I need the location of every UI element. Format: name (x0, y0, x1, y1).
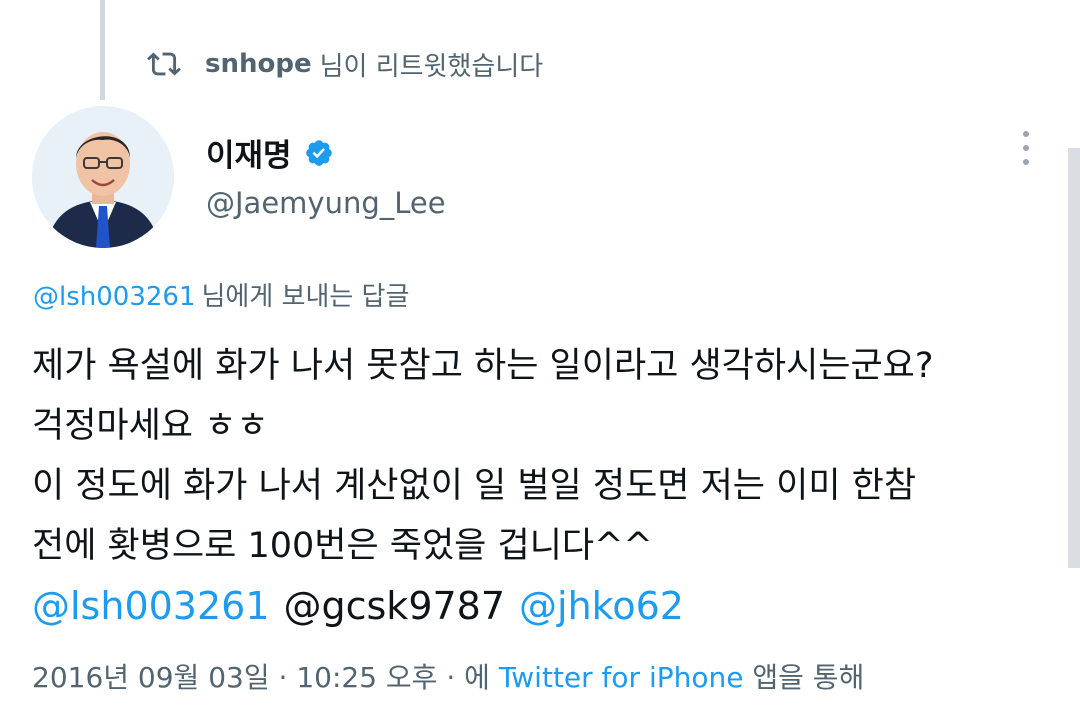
via-prefix: 에 (464, 661, 499, 694)
tweet-line: 걱정마세요 ㅎㅎ (32, 406, 269, 446)
reply-context: @lsh003261 님에게 보내는 답글 (33, 276, 409, 313)
mention-link[interactable]: @jhko62 (519, 584, 684, 628)
tweet-mentions: @lsh003261 @gcsk9787 @jhko62 (32, 584, 698, 628)
retweet-icon (147, 52, 181, 76)
mention-link[interactable]: @lsh003261 (32, 584, 270, 628)
author-name-row[interactable]: 이재명 (206, 130, 334, 175)
author-display-name[interactable]: 이재명 (206, 130, 292, 175)
scrollbar[interactable] (1068, 148, 1080, 568)
thread-connector-line (100, 0, 105, 100)
tweet-time[interactable]: 10:25 오후 (296, 661, 437, 694)
reply-label: 님에게 보내는 답글 (201, 282, 410, 312)
avatar-portrait-image (32, 106, 174, 248)
reply-target-mention[interactable]: @lsh003261 (33, 282, 196, 312)
tweet-date[interactable]: 2016년 09월 03일 (32, 661, 270, 694)
verified-badge-icon (305, 139, 332, 166)
mention-link[interactable]: @gcsk9787 (284, 584, 506, 628)
retweet-label: 님이 리트윗했습니다 (319, 51, 544, 82)
tweet-line: 전에 홧병으로 100번은 죽었을 겁니다^^ (32, 526, 653, 566)
meta-separator: · (437, 661, 465, 694)
author-handle[interactable]: @Jaemyung_Lee (206, 186, 446, 220)
tweet-line: 이 정도에 화가 나서 계산없이 일 벌일 정도면 저는 이미 한참 (32, 466, 917, 506)
retweeter-name[interactable]: snhope (205, 49, 312, 79)
tweet-detail-screen: snhope 님이 리트윗했습니다 이재명 @Jaemyung_Lee @lsh… (0, 0, 1080, 719)
via-suffix: 앱을 통해 (743, 661, 865, 694)
tweet-line: 제가 욕설에 화가 나서 못참고 하는 일이라고 생각하시는군요? (32, 346, 934, 386)
tweet-meta: 2016년 09월 03일 · 10:25 오후 · 에 Twitter for… (32, 656, 864, 696)
retweet-context[interactable]: snhope 님이 리트윗했습니다 (147, 40, 543, 88)
avatar[interactable] (32, 106, 174, 248)
more-options-icon[interactable] (1016, 128, 1036, 168)
meta-separator: · (269, 661, 297, 694)
tweet-body: 제가 욕설에 화가 나서 못참고 하는 일이라고 생각하시는군요? 걱정마세요 … (32, 336, 1032, 576)
source-app-link[interactable]: Twitter for iPhone (499, 661, 744, 694)
